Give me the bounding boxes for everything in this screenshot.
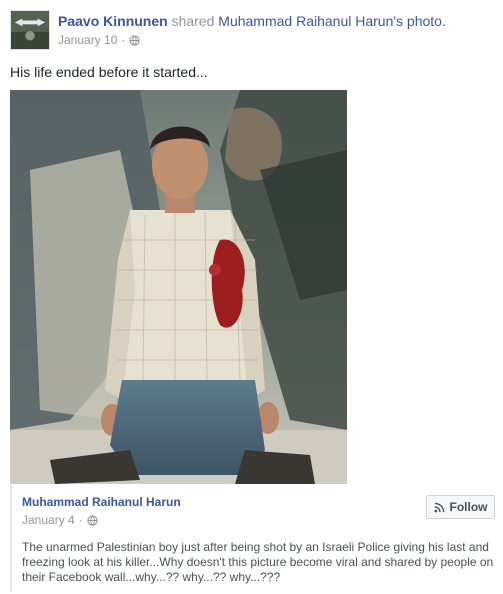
post-header: Paavo Kinnunen shared Muhammad Raihanul … (10, 10, 490, 52)
shared-date[interactable]: January 4 (22, 513, 75, 527)
post-text: His life ended before it started... (10, 64, 208, 80)
shared-description: The unarmed Palestinian boy just after b… (22, 540, 494, 584)
avatar-image (11, 11, 49, 49)
avatar[interactable] (10, 10, 50, 50)
shared-photo[interactable] (10, 90, 347, 484)
shared-action-text: shared (167, 13, 219, 29)
original-photo-link[interactable]: Muhammad Raihanul Harun's photo. (218, 13, 446, 29)
shared-author-name[interactable]: Muhammad Raihanul Harun (22, 495, 181, 509)
shared-post-attribution: Muhammad Raihanul Harun January 4 · Foll… (10, 485, 500, 592)
post-author-name[interactable]: Paavo Kinnunen (58, 13, 168, 29)
post-date[interactable]: January 10 (58, 33, 117, 47)
meta-separator: · (121, 33, 126, 47)
globe-icon[interactable] (87, 514, 98, 526)
shared-meta-separator: · (78, 513, 83, 527)
rss-icon (433, 502, 444, 513)
globe-icon[interactable] (129, 34, 141, 46)
follow-label: Follow (449, 500, 488, 514)
post-meta: January 10 · (58, 33, 141, 47)
shared-meta: January 4 · (22, 513, 98, 527)
post-author-line: Paavo Kinnunen shared Muhammad Raihanul … (58, 12, 446, 30)
follow-button[interactable]: Follow (426, 495, 495, 519)
boy-photo-illustration (10, 90, 347, 484)
